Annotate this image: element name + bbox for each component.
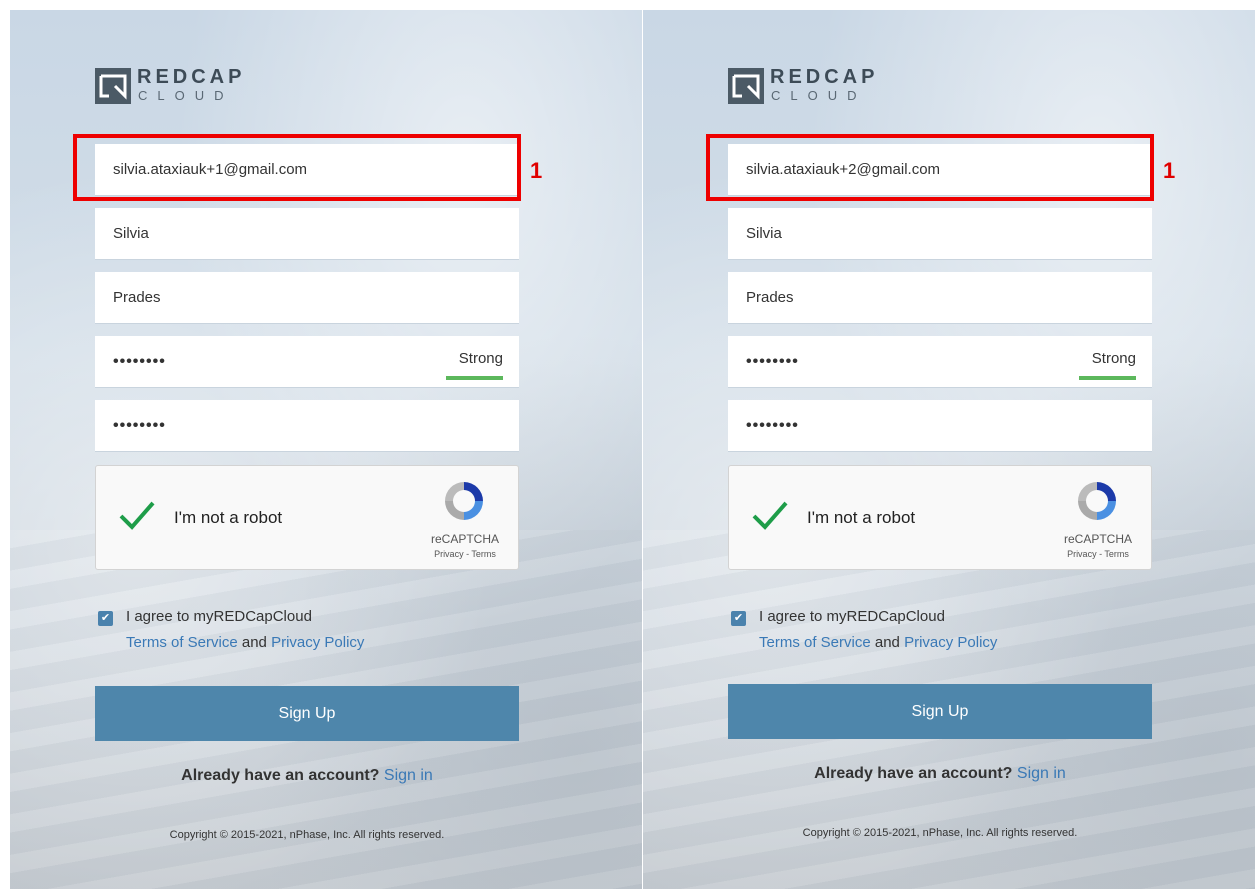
terms-line: Terms of Service and Privacy Policy [759,634,997,651]
confirm-password-value: •••••••• [113,416,166,434]
first-name-value: Silvia [113,225,149,242]
already-account-text: Already have an account? [814,765,1013,782]
recaptcha-links: Privacy - Terms [1055,549,1141,559]
password-strength-label: Strong [1091,350,1136,367]
privacy-policy-link[interactable]: Privacy Policy [271,634,364,651]
captcha-label: I'm not a robot [807,508,916,527]
logo-brand-text: REDCAP [137,66,246,88]
captcha-label: I'm not a robot [174,508,283,527]
agree-checkbox[interactable]: ✔ [98,611,113,626]
recaptcha-brand: reCAPTCHA [430,532,499,546]
last-name-value: Prades [113,289,161,306]
last-name-value: Prades [746,289,794,306]
already-account-text: Already have an account? [181,767,380,784]
logo-mark-icon [95,68,131,104]
callout-number: 1 [1163,158,1176,183]
signup-panel-right: REDCAP CLOUD silvia.ataxiauk+2@gmail.com… [643,10,1255,889]
recaptcha-terms-link[interactable]: Terms [1104,549,1129,559]
sign-in-link[interactable]: Sign in [1017,765,1066,782]
signup-panel-left: REDCAP CLOUD silvia.ataxiauk+1@gmail.com… [10,10,642,889]
email-highlight-box [706,134,1154,201]
password-strength-bar [446,376,503,380]
password-field[interactable]: •••••••• Strong [728,336,1152,388]
sign-up-button[interactable]: Sign Up [95,686,519,741]
already-account-line: Already have an account? Sign in [728,765,1152,783]
first-name-value: Silvia [746,225,782,242]
password-field[interactable]: •••••••• Strong [95,336,519,388]
recaptcha-widget[interactable]: I'm not a robot reCAPTCHA Privacy - Term… [95,465,519,570]
first-name-field[interactable]: Silvia [728,208,1152,260]
terms-of-service-link[interactable]: Terms of Service [126,634,238,651]
recaptcha-links: Privacy - Terms [422,549,508,559]
password-value: •••••••• [113,352,166,370]
recaptcha-widget[interactable]: I'm not a robot reCAPTCHA Privacy - Term… [728,465,1152,570]
terms-and-text: and [237,634,272,651]
callout-number: 1 [530,158,543,183]
last-name-field[interactable]: Prades [95,272,519,324]
password-strength-bar [1079,376,1136,380]
agree-text: I agree to myREDCapCloud [759,608,945,625]
privacy-policy-link[interactable]: Privacy Policy [904,634,997,651]
sign-up-button[interactable]: Sign Up [728,684,1152,739]
already-account-line: Already have an account? Sign in [95,767,519,785]
logo-sub-text: CLOUD [138,88,234,103]
confirm-password-field[interactable]: •••••••• [728,400,1152,452]
copyright-text: Copyright © 2015-2021, nPhase, Inc. All … [802,827,1078,839]
confirm-password-value: •••••••• [746,416,799,434]
logo-mark-icon [728,68,764,104]
confirm-password-field[interactable]: •••••••• [95,400,519,452]
recaptcha-terms-link[interactable]: Terms [471,549,496,559]
redcap-logo: REDCAP CLOUD [728,66,888,104]
email-highlight-box [73,134,521,201]
captcha-check-icon[interactable] [751,500,789,530]
agree-text: I agree to myREDCapCloud [126,608,312,625]
recaptcha-brand: reCAPTCHA [1063,532,1132,546]
agree-checkbox[interactable]: ✔ [731,611,746,626]
redcap-logo: REDCAP CLOUD [95,66,255,104]
recaptcha-logo-icon [445,482,483,520]
sign-in-link[interactable]: Sign in [384,767,433,784]
recaptcha-privacy-link[interactable]: Privacy [1067,549,1097,559]
last-name-field[interactable]: Prades [728,272,1152,324]
terms-and-text: and [870,634,905,651]
copyright-text: Copyright © 2015-2021, nPhase, Inc. All … [169,829,445,841]
password-strength-label: Strong [458,350,503,367]
first-name-field[interactable]: Silvia [95,208,519,260]
recaptcha-privacy-link[interactable]: Privacy [434,549,464,559]
captcha-check-icon[interactable] [118,500,156,530]
logo-brand-text: REDCAP [770,66,879,88]
recaptcha-logo-icon [1078,482,1116,520]
terms-of-service-link[interactable]: Terms of Service [759,634,871,651]
terms-line: Terms of Service and Privacy Policy [126,634,364,651]
password-value: •••••••• [746,352,799,370]
logo-sub-text: CLOUD [771,88,867,103]
